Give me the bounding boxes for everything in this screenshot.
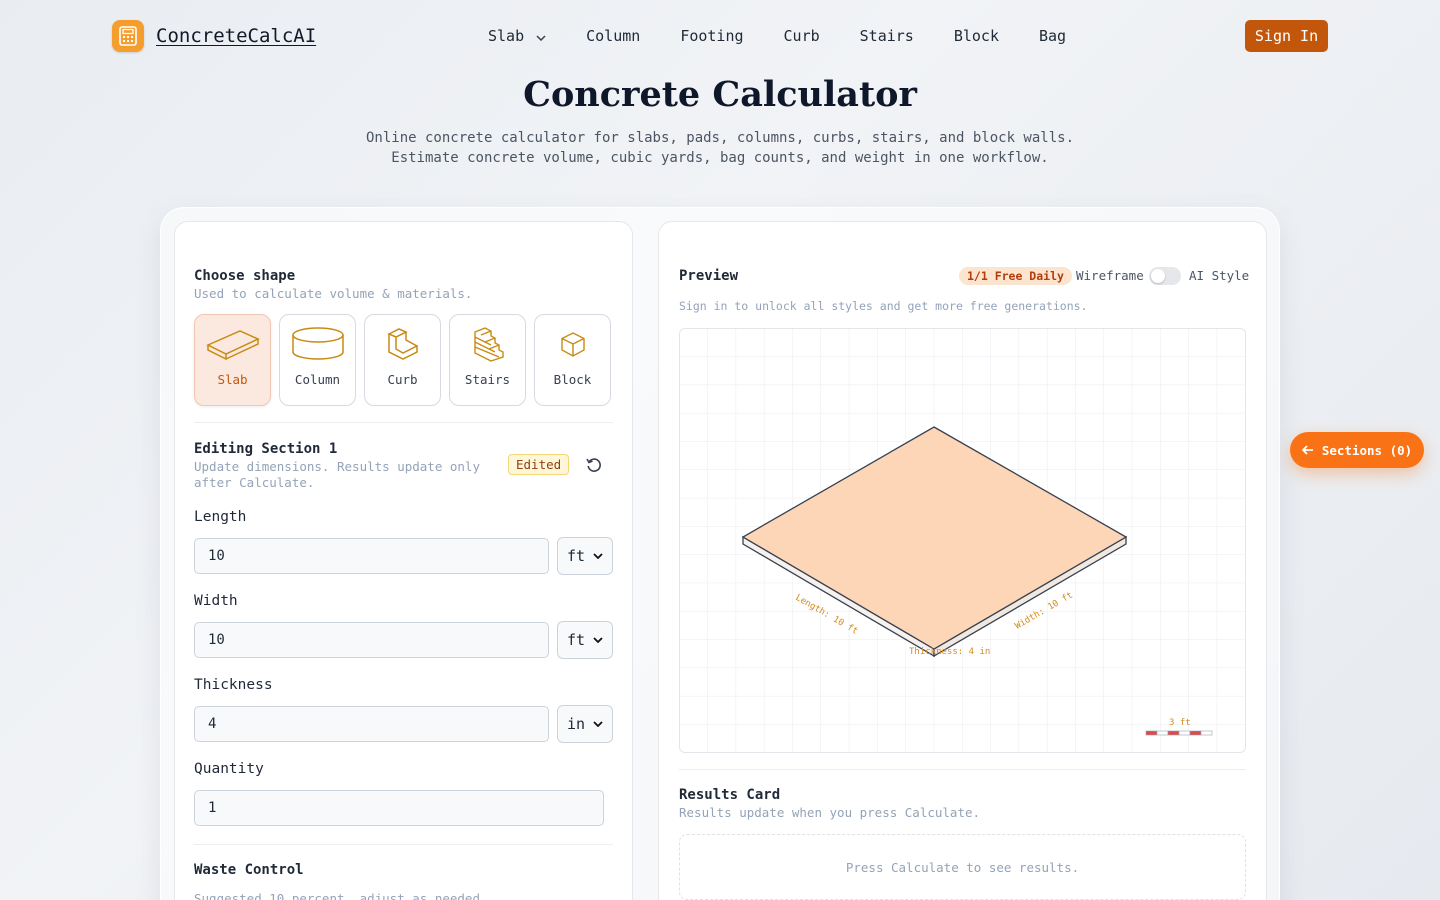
wireframe-label: Wireframe <box>1076 268 1144 283</box>
thickness-label: Thickness <box>194 677 273 693</box>
block-icon <box>559 324 587 364</box>
results-card-title: Results Card <box>679 787 781 803</box>
shape-slab-label: Slab <box>217 372 248 387</box>
column-icon <box>291 324 345 364</box>
input-panel: Choose shape Used to calculate volume & … <box>174 221 633 900</box>
waste-control-subtitle: Suggested 10 percent, adjust as needed. <box>194 891 488 900</box>
nav-stairs-label: Stairs <box>859 27 914 45</box>
scale-label: 3 ft <box>1169 718 1191 728</box>
sections-button[interactable]: Sections (0) <box>1290 432 1424 468</box>
editing-section-subtitle: Update dimensions. Results update only a… <box>194 459 480 491</box>
calculator-icon <box>112 20 144 52</box>
thickness-unit-value: in <box>566 715 586 733</box>
thickness-unit-select[interactable]: in <box>557 705 613 743</box>
width-input[interactable] <box>194 622 549 658</box>
chevron-down-icon <box>536 27 546 45</box>
thickness-dimension-label: Thickness: 4 in <box>909 647 990 657</box>
subtitle-line-2: Estimate concrete volume, cubic yards, b… <box>391 150 1049 166</box>
length-unit-select[interactable]: ft <box>557 537 613 575</box>
reset-icon[interactable] <box>586 457 602 477</box>
ai-style-label: AI Style <box>1189 268 1250 283</box>
nav-curb[interactable]: Curb <box>784 27 820 45</box>
preview-subtitle: Sign in to unlock all styles and get mor… <box>679 299 1088 313</box>
length-unit-value: ft <box>566 547 586 565</box>
width-unit-value: ft <box>566 631 586 649</box>
editing-section-title: Editing Section 1 <box>194 441 338 457</box>
results-card-subtitle: Results update when you press Calculate. <box>679 805 981 820</box>
nav-slab-label: Slab <box>488 27 525 45</box>
nav-block-label: Block <box>953 27 999 45</box>
divider <box>194 844 613 845</box>
sign-in-button[interactable]: Sign In <box>1245 20 1328 52</box>
nav-column[interactable]: Column <box>586 27 640 45</box>
width-label: Width <box>194 593 238 609</box>
length-label: Length <box>194 509 247 525</box>
brand-logo[interactable]: ConcreteCalcAI <box>112 20 316 52</box>
chevron-down-icon <box>593 553 603 559</box>
preview-canvas[interactable]: Length: 10 ft Width: 10 ft Thickness: 4 … <box>679 328 1246 753</box>
nav-column-label: Column <box>586 27 641 45</box>
slab-icon <box>205 324 260 364</box>
nav-footing-label: Footing <box>680 27 744 45</box>
quantity-input[interactable] <box>194 790 604 826</box>
choose-shape-subtitle: Used to calculate volume & materials. <box>194 286 473 301</box>
chevron-down-icon <box>593 637 603 643</box>
quantity-label: Quantity <box>194 761 264 777</box>
nav-curb-label: Curb <box>783 27 820 45</box>
sections-button-label: Sections (0) <box>1321 442 1413 458</box>
shape-stairs[interactable]: Stairs <box>449 314 526 406</box>
main-menu: Slab Column Footing Curb Stairs Block Ba… <box>488 27 1066 45</box>
stairs-icon <box>471 324 505 364</box>
shape-curb[interactable]: Curb <box>364 314 441 406</box>
editing-sub-line-2: after Calculate. <box>194 475 315 490</box>
divider <box>679 769 1246 770</box>
nav-slab[interactable]: Slab <box>488 27 546 45</box>
shape-slab[interactable]: Slab <box>194 314 271 406</box>
page-subtitle: Online concrete calculator for slabs, pa… <box>0 128 1440 168</box>
top-nav: ConcreteCalcAI Slab Column Footing Curb … <box>0 0 1440 72</box>
results-empty-state: Press Calculate to see results. <box>679 834 1246 900</box>
curb-icon <box>386 324 420 364</box>
edited-badge: Edited <box>508 454 570 475</box>
free-daily-badge: 1/1 Free Daily <box>959 267 1072 285</box>
shape-stairs-label: Stairs <box>464 372 511 387</box>
editing-sub-line-1: Update dimensions. Results update only <box>194 459 480 474</box>
nav-bag[interactable]: Bag <box>1039 27 1066 45</box>
shape-column[interactable]: Column <box>279 314 356 406</box>
waste-control-title: Waste Control <box>194 862 304 878</box>
arrow-left-icon <box>1301 443 1314 458</box>
page-title: Concrete Calculator <box>523 74 917 115</box>
preview-title: Preview <box>679 268 739 284</box>
scale-bar <box>1145 730 1213 736</box>
shape-block-label: Block <box>553 372 592 387</box>
style-toggle[interactable] <box>1149 267 1181 285</box>
nav-footing[interactable]: Footing <box>680 27 743 45</box>
length-input[interactable] <box>194 538 549 574</box>
thickness-input[interactable] <box>194 706 549 742</box>
width-unit-select[interactable]: ft <box>557 621 613 659</box>
shape-curb-label: Curb <box>387 372 418 387</box>
shape-block[interactable]: Block <box>534 314 611 406</box>
shape-column-label: Column <box>294 372 341 387</box>
shape-picker: Slab Column Curb Stairs Block <box>194 314 611 406</box>
choose-shape-title: Choose shape <box>194 268 296 284</box>
divider <box>194 422 613 423</box>
slab-preview-svg: Length: 10 ft Width: 10 ft Thickness: 4 … <box>680 329 1245 752</box>
preview-panel: Preview 1/1 Free Daily Wireframe AI Styl… <box>658 221 1267 900</box>
chevron-down-icon <box>593 721 603 727</box>
nav-block[interactable]: Block <box>954 27 999 45</box>
subtitle-line-1: Online concrete calculator for slabs, pa… <box>365 130 1074 146</box>
nav-stairs[interactable]: Stairs <box>860 27 914 45</box>
nav-bag-label: Bag <box>1039 27 1067 45</box>
brand-name[interactable]: ConcreteCalcAI <box>156 25 316 47</box>
